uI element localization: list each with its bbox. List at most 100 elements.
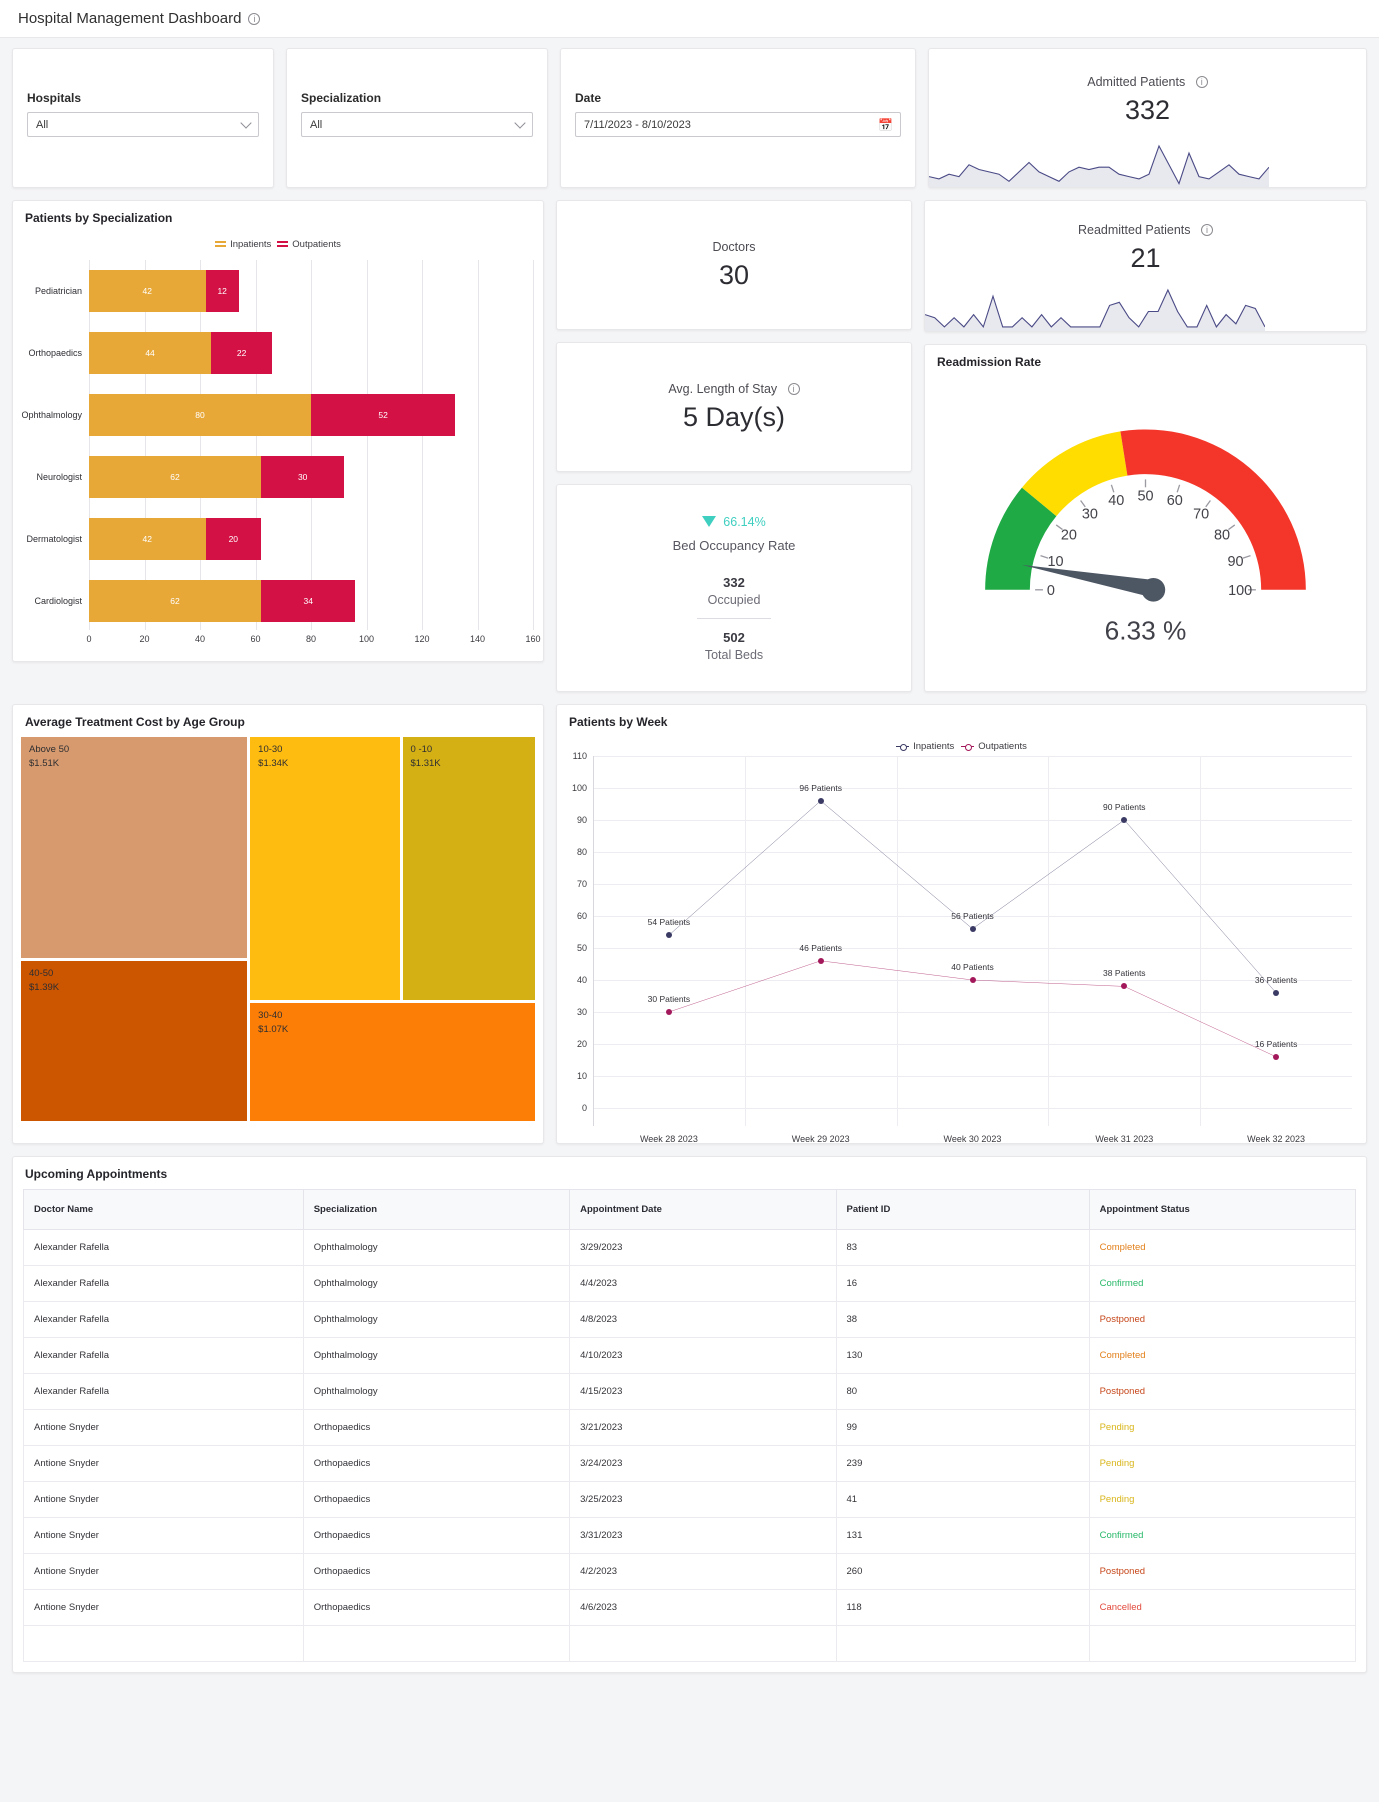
table-cell: 4/8/2023 — [569, 1301, 837, 1338]
appointment-status-cell: Pending — [1088, 1409, 1357, 1446]
table-row[interactable]: Alexander Rafella Ophthalmology 4/10/2023 1… — [23, 1337, 1357, 1374]
bar-segment-inpatients[interactable]: 62 — [89, 580, 262, 622]
table-row[interactable]: Alexander Rafella Ophthalmology 3/29/2023 8… — [23, 1229, 1357, 1266]
data-point[interactable] — [1273, 1053, 1280, 1060]
bar-segment-outpatients[interactable]: 34 — [261, 580, 356, 622]
y-axis-tick: 110 — [572, 751, 587, 761]
table-column-header[interactable]: Appointment Date — [569, 1189, 837, 1230]
date-range-input[interactable]: 7/11/2023 - 8/10/2023 📅 — [575, 112, 901, 137]
svg-text:6.33 %: 6.33 % — [1105, 616, 1187, 645]
bar-segments: 44 22 — [89, 322, 533, 384]
right-kpi-column: Readmitted Patients i 21 Readmission Rat… — [924, 200, 1367, 692]
data-point[interactable] — [969, 925, 976, 932]
table-row[interactable]: Alexander Rafella Ophthalmology 4/15/2023 8… — [23, 1373, 1357, 1410]
admitted-patients-value: 332 — [1124, 95, 1171, 125]
treemap-cell-category: 10-30 — [258, 744, 283, 755]
data-point[interactable] — [665, 1009, 672, 1015]
data-point[interactable] — [665, 932, 672, 939]
table-cell: 131 — [835, 1517, 1090, 1554]
data-point[interactable] — [1273, 989, 1280, 996]
bar-segment-outpatients[interactable]: 12 — [205, 270, 239, 312]
bar-segment-inpatients[interactable]: 62 — [89, 456, 262, 498]
avg-stay-value: 5 Day(s) — [682, 401, 785, 432]
bar-row: Orthopaedics 44 22 — [13, 322, 533, 384]
bar-segment-inpatients[interactable]: 44 — [89, 332, 212, 374]
bar-segment-outpatients[interactable]: 20 — [205, 518, 262, 560]
bar-segment-inpatients[interactable]: 42 — [89, 270, 206, 312]
x-axis-tick: 140 — [469, 634, 486, 644]
table-column-header[interactable]: Appointment Status — [1088, 1189, 1357, 1230]
treemap-cell[interactable]: 30-40 $1.07K — [250, 1002, 535, 1121]
x-axis-tick: Week 30 2023 — [943, 1134, 1002, 1144]
table-row[interactable]: Antione Snyder Orthopaedics 3/25/2023 41 Pen… — [23, 1481, 1357, 1518]
treatment-cost-title: Average Treatment Cost by Age Group — [25, 715, 245, 729]
data-label: 16 Patients — [1254, 1038, 1298, 1049]
table-row[interactable]: Antione Snyder Orthopaedics 3/21/2023 99 Pen… — [23, 1409, 1357, 1446]
bar-category-label: Orthopaedics — [28, 348, 82, 358]
treemap-cell[interactable]: Above 50 $1.51K — [21, 737, 248, 958]
data-label: 96 Patients — [799, 782, 842, 793]
table-column-header[interactable]: Doctor Name — [23, 1189, 304, 1230]
table-cell: 260 — [835, 1553, 1090, 1590]
specialization-select[interactable]: All — [301, 112, 533, 137]
data-point[interactable] — [817, 957, 824, 964]
legend-inpatients-label: Inpatients — [230, 239, 272, 250]
bar-category-label: Pediatrician — [34, 286, 82, 296]
appointment-status-cell: Postponed — [1088, 1373, 1357, 1410]
appointment-status-cell: Postponed — [1088, 1301, 1357, 1338]
table-column-header[interactable]: Patient ID — [835, 1189, 1090, 1230]
legend-inpatients-line[interactable]: Inpatients — [896, 741, 954, 752]
treemap-cell-value: $1.31K — [410, 758, 441, 769]
table-cell: 3/24/2023 — [569, 1445, 837, 1482]
chevron-down-icon — [240, 117, 252, 129]
bar-row: Neurologist 62 30 — [13, 446, 533, 508]
legend-inpatients[interactable]: Inpatients — [215, 239, 271, 250]
appointments-table: Doctor Name Specialization Appointment Dat… — [23, 1189, 1357, 1662]
x-axis-tick: 0 — [86, 634, 92, 644]
data-label: 54 Patients — [647, 917, 691, 928]
data-point[interactable] — [1121, 817, 1128, 823]
table-column-header[interactable]: Specialization — [302, 1189, 571, 1230]
y-axis-tick: 20 — [576, 1039, 587, 1049]
y-axis-tick: 80 — [576, 847, 587, 857]
x-axis-tick: 100 — [358, 634, 375, 644]
table-row[interactable]: Alexander Rafella Ophthalmology 4/8/2023 38… — [23, 1301, 1357, 1338]
x-axis-tick: 60 — [250, 634, 261, 644]
hospitals-select[interactable]: All — [27, 112, 259, 137]
treemap-column: 10-30 $1.34K 0 -10 $1.31K 30-40 $1.07K — [250, 737, 535, 1121]
table-row[interactable]: Antione Snyder Orthopaedics 3/24/2023 239 Pe… — [23, 1445, 1357, 1482]
info-icon[interactable]: i — [1201, 224, 1214, 236]
data-point[interactable] — [969, 977, 976, 983]
data-point[interactable] — [817, 797, 824, 804]
data-point[interactable] — [1121, 983, 1128, 990]
bar-row: Cardiologist 62 34 — [13, 570, 533, 632]
treemap-cell[interactable]: 10-30 $1.34K — [250, 737, 400, 1000]
treemap-cell[interactable]: 40-50 $1.39K — [21, 960, 248, 1121]
table-row[interactable]: Antione Snyder Orthopaedics 4/2/2023 260 Pos… — [23, 1553, 1357, 1590]
legend-outpatients-line[interactable]: Outpatients — [961, 741, 1027, 752]
treemap-cell-value: $1.07K — [258, 1023, 289, 1035]
bar-segment-outpatients[interactable]: 52 — [311, 394, 456, 436]
bar-segment-outpatients[interactable]: 22 — [211, 332, 273, 374]
bar-segment-inpatients[interactable]: 42 — [89, 518, 206, 560]
admitted-patients-title: Admitted Patients — [1087, 75, 1186, 89]
bar-segment-inpatients[interactable]: 80 — [89, 394, 311, 436]
bar-segment-outpatients[interactable]: 30 — [261, 456, 345, 498]
table-cell: Antione Snyder — [23, 1553, 304, 1590]
table-row[interactable]: Antione Snyder Orthopaedics 3/31/2023 131 Co… — [23, 1517, 1357, 1554]
legend-marker-icon — [961, 743, 975, 751]
readmission-rate-title: Readmission Rate — [937, 355, 1042, 369]
info-icon[interactable]: i — [248, 12, 261, 25]
dashboard-body: Hospitals All Specialization All Date 7/… — [0, 38, 1379, 1683]
table-cell — [569, 1625, 837, 1662]
treemap-cell[interactable]: 0 -10 $1.31K — [402, 737, 535, 1000]
svg-text:100: 100 — [1228, 583, 1252, 599]
info-icon[interactable]: i — [1195, 76, 1208, 88]
legend-outpatients[interactable]: Outpatients — [277, 239, 341, 250]
calendar-icon[interactable]: 📅 — [878, 118, 893, 132]
table-row[interactable]: Alexander Rafella Ophthalmology 4/4/2023 16… — [23, 1265, 1357, 1302]
table-row[interactable]: Antione Snyder Orthopaedics 4/6/2023 118 Can… — [23, 1589, 1357, 1626]
info-icon[interactable]: i — [787, 382, 800, 395]
legend-inpatients-line-label: Inpatients — [913, 741, 955, 752]
table-cell: 38 — [835, 1301, 1090, 1338]
